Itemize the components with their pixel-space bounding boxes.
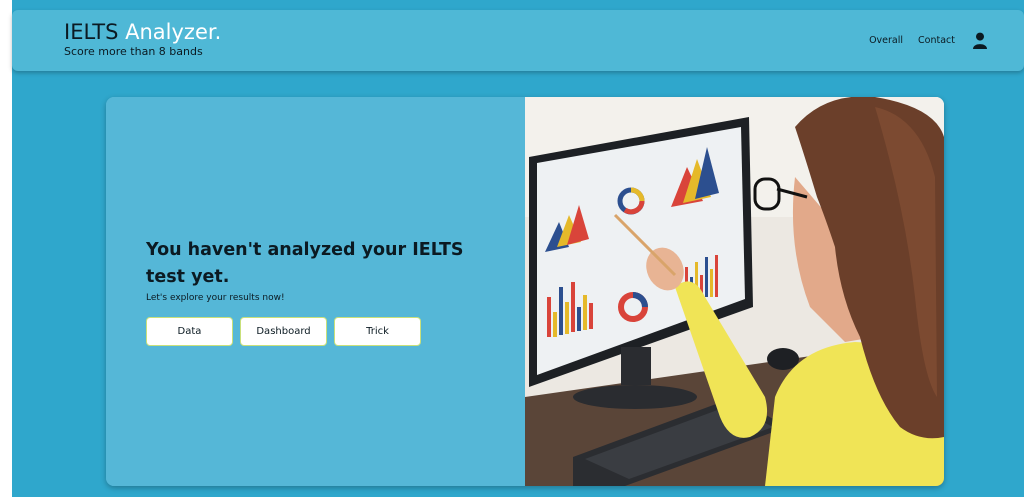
user-icon[interactable]: [972, 32, 988, 49]
brand-tagline: Score more than 8 bands: [64, 45, 203, 58]
brand: IELTS Analyzer. Score more than 8 bands: [64, 20, 221, 58]
brand-title[interactable]: IELTS Analyzer.: [64, 20, 221, 44]
brand-title-main: IELTS: [64, 20, 126, 44]
dashboard-button[interactable]: Dashboard: [240, 317, 327, 346]
brand-title-accent: Analyzer.: [125, 20, 222, 44]
hero-button-group: Data Dashboard Trick: [146, 317, 421, 346]
nav-link-overall[interactable]: Overall: [869, 35, 903, 46]
nav-menu: Overall Contact: [869, 32, 988, 49]
hero-text-panel: You haven't analyzed your IELTS test yet…: [106, 97, 525, 486]
hero-headline: You haven't analyzed your IELTS test yet…: [146, 240, 464, 287]
top-navbar: IELTS Analyzer. Score more than 8 bands …: [12, 10, 1024, 71]
data-button[interactable]: Data: [146, 317, 233, 346]
hero-image: [525, 97, 944, 486]
hero-subline: Let's explore your results now!: [146, 293, 285, 303]
nav-link-contact[interactable]: Contact: [918, 35, 955, 46]
hero-card: You haven't analyzed your IELTS test yet…: [106, 97, 944, 486]
trick-button[interactable]: Trick: [334, 317, 421, 346]
page: IELTS Analyzer. Score more than 8 bands …: [0, 0, 1024, 497]
